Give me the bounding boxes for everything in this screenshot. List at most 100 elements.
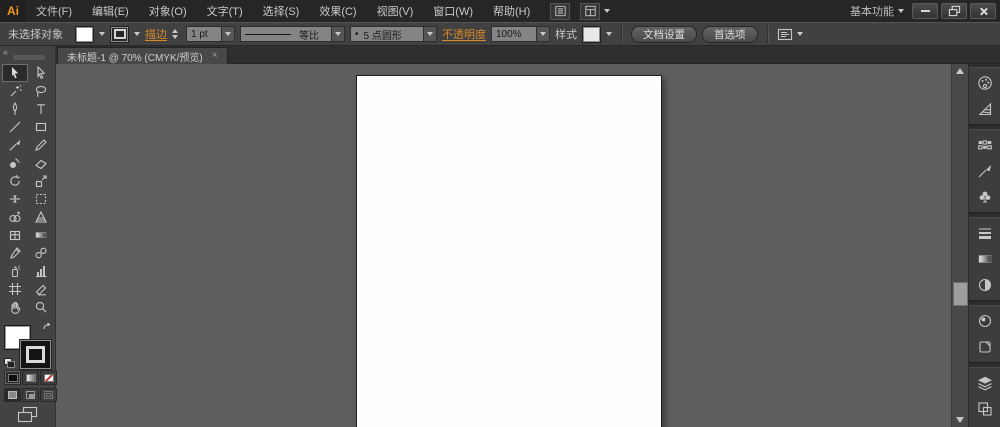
- stroke-weight-combo[interactable]: 1 pt: [186, 26, 235, 42]
- panel-artboards-button[interactable]: [969, 396, 1000, 422]
- slice-tool[interactable]: [28, 280, 54, 298]
- symbol-sprayer-tool[interactable]: [2, 262, 28, 280]
- perspective-grid-tool[interactable]: [28, 208, 54, 226]
- stroke-color-picker[interactable]: [110, 25, 140, 43]
- panel-symbols-button[interactable]: [969, 184, 1000, 210]
- draw-inside-button[interactable]: [40, 388, 57, 402]
- control-panel-menu[interactable]: [777, 27, 804, 42]
- lasso-tool[interactable]: [28, 82, 54, 100]
- blob-brush-tool[interactable]: [2, 154, 28, 172]
- minimize-button[interactable]: [912, 3, 938, 19]
- width-tool[interactable]: [2, 190, 28, 208]
- fill-dropdown-button[interactable]: [94, 27, 105, 42]
- zoom-tool[interactable]: [28, 298, 54, 316]
- fill-swatch[interactable]: [75, 25, 94, 43]
- selection-tool[interactable]: [1, 64, 28, 82]
- stroke-panel-link[interactable]: 描边: [145, 26, 167, 42]
- free-transform-tool[interactable]: [28, 190, 54, 208]
- paintbrush-tool[interactable]: [2, 136, 28, 154]
- opacity-field[interactable]: 100%: [491, 26, 537, 42]
- vertical-scrollbar[interactable]: [951, 64, 968, 427]
- scroll-up-button[interactable]: [952, 64, 968, 78]
- panel-transparency-button[interactable]: [969, 272, 1000, 298]
- shape-builder-tool[interactable]: [2, 208, 28, 226]
- rotate-tool[interactable]: [2, 172, 28, 190]
- draw-behind-button[interactable]: [22, 388, 39, 402]
- width-profile-dropdown[interactable]: [332, 26, 345, 42]
- fill-color-picker[interactable]: [75, 25, 105, 43]
- rectangle-tool[interactable]: [28, 118, 54, 136]
- stroke-dropdown-button[interactable]: [129, 27, 140, 42]
- close-button[interactable]: [970, 3, 996, 19]
- brush-combo[interactable]: • 5 点圆形: [350, 26, 437, 42]
- menu-item-9[interactable]: 帮助(H): [483, 0, 540, 22]
- panel-color-guide-button[interactable]: [969, 96, 1000, 122]
- toolbar-grip[interactable]: [13, 55, 45, 60]
- tab-close-icon[interactable]: ×: [212, 51, 218, 61]
- width-profile-combo[interactable]: 等比: [240, 26, 345, 42]
- menu-item-1[interactable]: 文件(F): [26, 0, 82, 22]
- hand-tool[interactable]: [2, 298, 28, 316]
- stroke-color-box[interactable]: [20, 340, 51, 369]
- canvas[interactable]: [56, 64, 951, 427]
- panel-gradient-button[interactable]: [969, 246, 1000, 272]
- draw-normal-button[interactable]: [4, 388, 21, 402]
- line-segment-tool[interactable]: [2, 118, 28, 136]
- artboard[interactable]: [356, 75, 662, 427]
- collapse-toolbar-icon[interactable]: «: [3, 47, 8, 57]
- panel-swatches-button[interactable]: [969, 132, 1000, 158]
- direct-selection-tool[interactable]: [28, 64, 54, 82]
- width-profile-field[interactable]: 等比: [240, 26, 332, 42]
- column-graph-tool[interactable]: [28, 262, 54, 280]
- restore-button[interactable]: [941, 3, 967, 19]
- gradient-mode-button[interactable]: [22, 370, 39, 385]
- style-dropdown-button[interactable]: [601, 27, 612, 42]
- menu-item-2[interactable]: 编辑(E): [82, 0, 139, 22]
- document-setup-button[interactable]: 文档设置: [631, 25, 697, 43]
- opacity-dropdown[interactable]: [537, 26, 550, 42]
- style-swatch[interactable]: [582, 25, 601, 43]
- menu-item-5[interactable]: 选择(S): [253, 0, 310, 22]
- opacity-panel-link[interactable]: 不透明度: [442, 26, 486, 42]
- pencil-tool[interactable]: [28, 136, 54, 154]
- type-tool[interactable]: [28, 100, 54, 118]
- stroke-weight-dropdown[interactable]: [222, 26, 235, 42]
- menu-item-3[interactable]: 对象(O): [139, 0, 197, 22]
- panel-graphic-styles-button[interactable]: [969, 334, 1000, 360]
- panel-layers-button[interactable]: [969, 370, 1000, 396]
- default-fill-stroke-icon[interactable]: [4, 358, 15, 368]
- stroke-swatch[interactable]: [110, 25, 129, 43]
- scale-tool[interactable]: [28, 172, 54, 190]
- panel-color-button[interactable]: [969, 70, 1000, 96]
- mesh-tool[interactable]: [2, 226, 28, 244]
- menu-item-8[interactable]: 窗口(W): [423, 0, 483, 22]
- scrollbar-thumb[interactable]: [953, 282, 968, 306]
- bridge-icon[interactable]: [550, 2, 571, 20]
- brush-field[interactable]: • 5 点圆形: [350, 26, 424, 42]
- arrange-documents-button[interactable]: [580, 2, 611, 20]
- stroke-weight-stepper[interactable]: [172, 29, 181, 39]
- scroll-down-button[interactable]: [952, 413, 968, 427]
- screen-mode-button[interactable]: [17, 406, 38, 423]
- eraser-tool[interactable]: [28, 154, 54, 172]
- document-tab[interactable]: 未标题-1 @ 70% (CMYK/预览) ×: [57, 47, 228, 64]
- preferences-button[interactable]: 首选项: [702, 25, 758, 43]
- eyedropper-tool[interactable]: [2, 244, 28, 262]
- swap-fill-stroke-icon[interactable]: [42, 322, 53, 332]
- brush-dropdown[interactable]: [424, 26, 437, 42]
- magic-wand-tool[interactable]: [2, 82, 28, 100]
- workspace-switcher[interactable]: 基本功能: [842, 3, 912, 19]
- gradient-tool[interactable]: [28, 226, 54, 244]
- app-logo-icon[interactable]: Ai: [0, 0, 26, 22]
- opacity-combo[interactable]: 100%: [491, 26, 550, 42]
- menu-item-4[interactable]: 文字(T): [197, 0, 253, 22]
- artboard-tool[interactable]: [2, 280, 28, 298]
- menu-item-7[interactable]: 视图(V): [367, 0, 424, 22]
- stroke-weight-field[interactable]: 1 pt: [186, 26, 222, 42]
- menu-item-6[interactable]: 效果(C): [309, 0, 366, 22]
- color-mode-button[interactable]: [4, 370, 21, 385]
- blend-tool[interactable]: [28, 244, 54, 262]
- pen-tool[interactable]: [2, 100, 28, 118]
- panel-appearance-button[interactable]: [969, 308, 1000, 334]
- panel-brushes-button[interactable]: [969, 158, 1000, 184]
